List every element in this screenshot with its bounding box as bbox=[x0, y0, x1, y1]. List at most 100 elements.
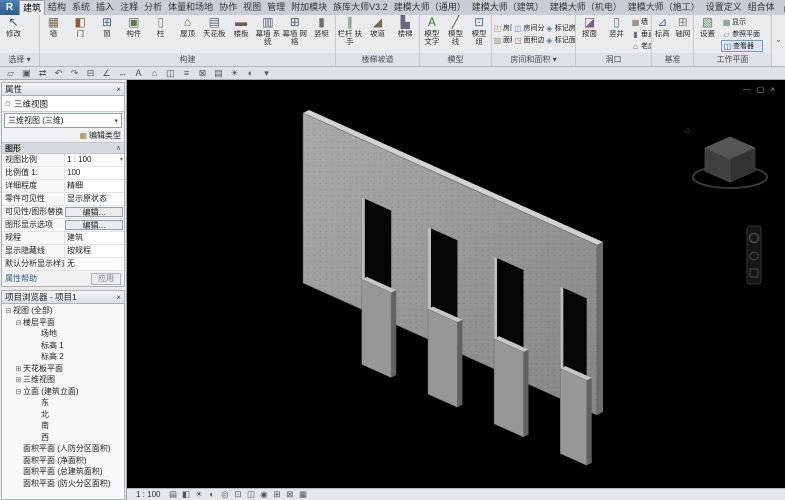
component-button[interactable]: ▣ 构件 bbox=[121, 15, 147, 53]
area-button[interactable]: ▨ 面积 bbox=[492, 34, 512, 46]
switch-windows-icon[interactable]: ▤ bbox=[211, 67, 226, 79]
ribbon-tab[interactable]: 视图 bbox=[240, 0, 264, 15]
door-button[interactable]: ◧ 门 bbox=[67, 15, 93, 53]
graphics-group-header[interactable]: 图形 ∧ bbox=[2, 142, 124, 154]
ribbon-tab[interactable]: 分析 bbox=[141, 0, 165, 15]
ribbon-tab[interactable]: 组合体 bbox=[745, 0, 778, 15]
ref-plane-button[interactable]: ▱ 参照平面 bbox=[721, 28, 763, 40]
ramp-button[interactable]: ◢ 坡道 bbox=[364, 15, 391, 53]
property-value[interactable]: 编辑... bbox=[65, 220, 123, 230]
ribbon-tab[interactable]: 建模大师（建筑） bbox=[469, 0, 547, 15]
property-value[interactable]: 建筑 bbox=[64, 232, 124, 244]
temporary-hide-isolate-icon[interactable]: ◉ bbox=[257, 489, 270, 500]
ribbon-tab[interactable]: 设置定义 bbox=[703, 0, 745, 15]
properties-help-link[interactable]: 属性帮助 bbox=[5, 273, 37, 284]
ribbon-tab[interactable]: 结构 bbox=[45, 0, 69, 15]
tree-item[interactable]: 南 bbox=[2, 420, 124, 432]
tree-item[interactable]: ⊞三维视图 bbox=[2, 374, 124, 386]
view-scale-button[interactable]: 1 : 100 bbox=[132, 489, 164, 500]
floor-button[interactable]: ▬ 楼板 bbox=[228, 15, 254, 53]
window-button[interactable]: ⊞ 窗 bbox=[94, 15, 120, 53]
tree-item[interactable]: 面积平面 (人防分区面积) bbox=[2, 443, 124, 455]
visual-style-icon[interactable]: ◧ bbox=[179, 489, 192, 500]
section-icon[interactable]: ◫ bbox=[163, 67, 178, 79]
ribbon-tab[interactable]: 管理 bbox=[264, 0, 288, 15]
tree-item[interactable]: 西 bbox=[2, 432, 124, 444]
ribbon-tab[interactable]: 建模大师（通用） bbox=[391, 0, 469, 15]
tree-item[interactable]: 北 bbox=[2, 409, 124, 421]
ribbon-tab[interactable]: 注释 bbox=[117, 0, 141, 15]
ribbon-tab[interactable]: 建筑 bbox=[19, 0, 45, 15]
ribbon-tab[interactable]: 系统 bbox=[69, 0, 93, 15]
property-value[interactable]: 显示原状态 bbox=[64, 193, 124, 205]
type-selector[interactable]: ⌂ 三维视图 bbox=[2, 96, 124, 112]
model-line-button[interactable]: ╱ 模型 线 bbox=[444, 15, 467, 53]
tree-expand-icon[interactable]: ⊟ bbox=[4, 306, 13, 317]
reveal-hidden-elements-icon[interactable]: ⊞ bbox=[270, 489, 283, 500]
shaft-opening-button[interactable]: ▯ 竖井 bbox=[604, 15, 630, 53]
close-view-icon[interactable]: × bbox=[770, 85, 775, 94]
tree-item[interactable]: ⊞天花板平面 bbox=[2, 363, 124, 375]
panel-label-room-area[interactable]: 房间和面积 ▾ bbox=[492, 53, 575, 66]
detail-level-icon[interactable]: ▤ bbox=[166, 489, 179, 500]
ribbon-tab[interactable]: 建模大师（机电） bbox=[547, 0, 625, 15]
minimize-view-icon[interactable]: — bbox=[743, 85, 751, 94]
panel-label-select[interactable]: 选择 ▾ bbox=[0, 53, 39, 66]
crop-view-icon[interactable]: ⊡ bbox=[231, 489, 244, 500]
tree-expand-icon[interactable]: ⊟ bbox=[14, 387, 23, 398]
default-3d-view-icon[interactable]: ⌂ bbox=[147, 67, 162, 79]
property-value[interactable]: 精细 bbox=[64, 180, 124, 192]
tree-expand-icon[interactable]: ⊞ bbox=[14, 364, 23, 375]
tree-item[interactable]: 东 bbox=[2, 397, 124, 409]
tree-expand-icon[interactable]: ⊟ bbox=[14, 318, 23, 329]
mullion-button[interactable]: ▮ 竖梃 bbox=[309, 15, 335, 53]
viewcube[interactable]: ⌂ bbox=[685, 125, 767, 188]
opening-by-face-button[interactable]: ◪ 按面 bbox=[577, 15, 603, 53]
wall-button[interactable]: ▦ 墙 bbox=[41, 15, 67, 53]
tag-room-button[interactable]: ◈ 标记房间 bbox=[544, 22, 575, 34]
property-value[interactable]: 1 : 100 bbox=[64, 154, 124, 166]
model-group-button[interactable]: ⊡ 模型 组 bbox=[468, 15, 491, 53]
application-menu-button[interactable]: R bbox=[0, 0, 19, 15]
restore-view-icon[interactable]: ▢ bbox=[757, 85, 765, 94]
tree-item[interactable]: 标高 2 bbox=[2, 351, 124, 363]
modify-properties-icon[interactable]: ⊡ bbox=[780, 3, 785, 15]
close-icon[interactable]: × bbox=[116, 293, 121, 302]
room-button[interactable]: ◰ 房间 bbox=[492, 22, 512, 34]
navigation-bar[interactable] bbox=[747, 226, 761, 284]
ribbon-tab[interactable]: 建模大师（施工） bbox=[625, 0, 703, 15]
vertical-opening-button[interactable]: ▮ 垂直 bbox=[630, 28, 651, 40]
apply-button[interactable]: 应用 bbox=[91, 273, 121, 285]
stair-button[interactable]: ▙ 楼梯 bbox=[392, 15, 419, 53]
print-icon[interactable]: ⊟ bbox=[83, 67, 98, 79]
show-workplane-button[interactable]: ▦ 显示 bbox=[721, 16, 763, 28]
set-workplane-button[interactable]: ▧ 设置 bbox=[695, 15, 721, 53]
redo-icon[interactable]: ↷ bbox=[67, 67, 82, 79]
close-hidden-windows-icon[interactable]: ⊠ bbox=[195, 67, 210, 79]
property-value[interactable]: 编辑... bbox=[65, 207, 123, 217]
shadows-toggle-icon[interactable]: ◐ bbox=[243, 67, 258, 79]
unlocked-3d-view-icon[interactable]: ⊠ bbox=[283, 489, 296, 500]
measure-icon[interactable]: ∠ bbox=[99, 67, 114, 79]
show-crop-region-icon[interactable]: ◫ bbox=[244, 489, 257, 500]
ribbon-collapse-icon[interactable]: ⌄ bbox=[772, 15, 785, 66]
ribbon-tab[interactable]: 体量和场地 bbox=[165, 0, 216, 15]
grid-button[interactable]: ⊞ 轴网 bbox=[673, 15, 693, 53]
tree-item[interactable]: 面积平面 (净面积) bbox=[2, 455, 124, 467]
railing-button[interactable]: ∥ 栏杆 扶手 bbox=[337, 15, 364, 53]
qat-caret-icon[interactable]: ▾ bbox=[259, 67, 274, 79]
ribbon-tab[interactable]: 附加模块 bbox=[288, 0, 330, 15]
property-value[interactable]: 无 bbox=[64, 258, 124, 270]
view-type-dropdown[interactable]: 三维视图 (三维) ▾ bbox=[4, 113, 122, 128]
open-icon[interactable]: ▱ bbox=[3, 67, 18, 79]
aligned-dimension-icon[interactable]: ↔ bbox=[115, 67, 130, 79]
tree-item[interactable]: ⊟视图 (全部) bbox=[2, 305, 124, 317]
3d-view-canvas[interactable]: ⌂ — ▢ × bbox=[127, 80, 785, 488]
edit-type-button[interactable]: 编辑类型 bbox=[89, 130, 121, 141]
undo-icon[interactable]: ↶ bbox=[51, 67, 66, 79]
ceiling-button[interactable]: ▤ 天花板 bbox=[201, 15, 227, 53]
ribbon-tab[interactable]: 族库大师V3.2 bbox=[330, 0, 391, 15]
ribbon-tab[interactable]: 插入 bbox=[93, 0, 117, 15]
text-icon[interactable]: A bbox=[131, 67, 146, 79]
tree-item[interactable]: 面积平面 (总建筑面积) bbox=[2, 466, 124, 478]
